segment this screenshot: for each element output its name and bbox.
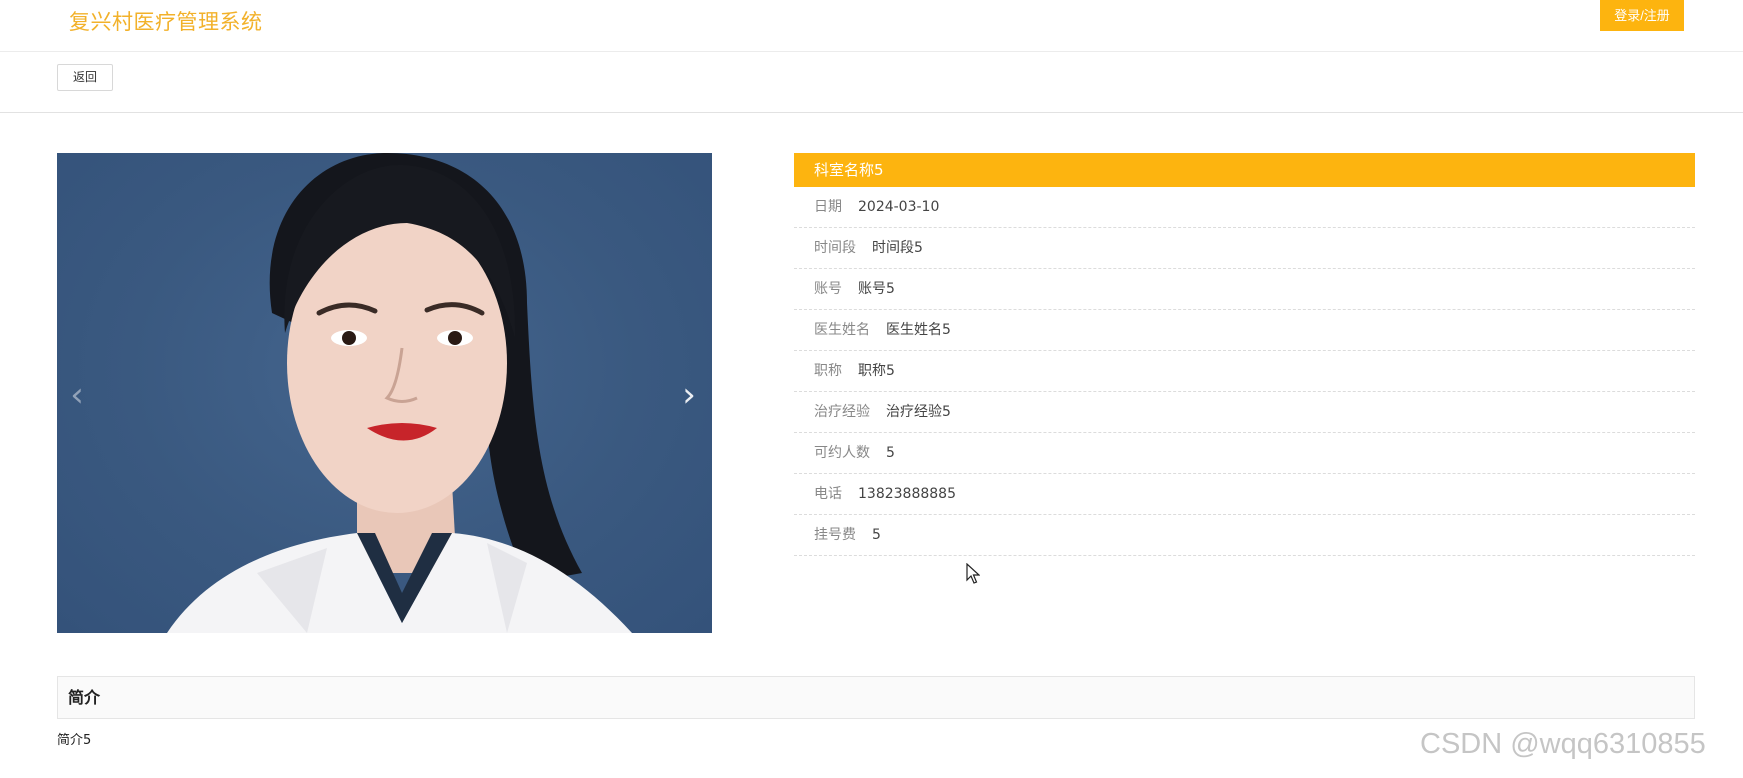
- brand-title[interactable]: 复兴村医疗管理系统: [69, 6, 263, 36]
- detail-label: 治疗经验: [814, 404, 870, 420]
- detail-value: 职称5: [858, 363, 895, 379]
- back-button[interactable]: 返回: [57, 64, 113, 91]
- detail-value: 账号5: [858, 281, 895, 297]
- detail-row: 时间段 时间段5: [794, 228, 1695, 269]
- chevron-right-icon: ›: [682, 375, 696, 415]
- detail-row: 职称 职称5: [794, 351, 1695, 392]
- detail-label: 日期: [814, 199, 842, 215]
- detail-row: 治疗经验 治疗经验5: [794, 392, 1695, 433]
- detail-value: 治疗经验5: [886, 404, 951, 420]
- detail-label: 挂号费: [814, 527, 856, 543]
- detail-label: 医生姓名: [814, 322, 870, 338]
- login-register-button[interactable]: 登录/注册: [1600, 0, 1684, 31]
- detail-row: 账号 账号5: [794, 269, 1695, 310]
- mouse-cursor-icon: [966, 563, 980, 584]
- detail-label: 职称: [814, 363, 842, 379]
- detail-value: 2024-03-10: [858, 199, 940, 215]
- detail-label: 时间段: [814, 240, 856, 256]
- detail-label: 可约人数: [814, 445, 870, 461]
- detail-label: 电话: [814, 486, 842, 502]
- intro-heading: 简介: [57, 676, 1695, 719]
- department-title: 科室名称5: [794, 153, 1695, 187]
- doctor-photo-carousel[interactable]: ‹ ›: [57, 153, 712, 633]
- doctor-photo: [167, 153, 632, 633]
- detail-value: 5: [872, 527, 881, 543]
- action-bar: 返回: [0, 52, 1743, 113]
- carousel-next-arrow[interactable]: ›: [669, 375, 709, 415]
- chevron-left-icon: ‹: [70, 375, 84, 415]
- detail-row: 医生姓名 医生姓名5: [794, 310, 1695, 351]
- detail-row: 日期 2024-03-10: [794, 187, 1695, 228]
- detail-row: 挂号费 5: [794, 515, 1695, 556]
- schedule-detail-panel: 科室名称5 日期 2024-03-10 时间段 时间段5 账号 账号5 医生姓名 医生姓名5 职…: [794, 153, 1695, 556]
- carousel-prev-arrow[interactable]: ‹: [57, 375, 97, 415]
- detail-row: 电话 13823888885: [794, 474, 1695, 515]
- detail-row: 可约人数 5: [794, 433, 1695, 474]
- detail-label: 账号: [814, 281, 842, 297]
- detail-value: 13823888885: [858, 486, 956, 502]
- detail-value: 5: [886, 445, 895, 461]
- watermark: CSDN @wqq6310855: [1420, 728, 1706, 760]
- detail-value: 时间段5: [872, 240, 923, 256]
- top-navbar: 复兴村医疗管理系统 登录/注册: [0, 0, 1743, 52]
- intro-text: 简介5: [57, 733, 92, 748]
- detail-value: 医生姓名5: [886, 322, 951, 338]
